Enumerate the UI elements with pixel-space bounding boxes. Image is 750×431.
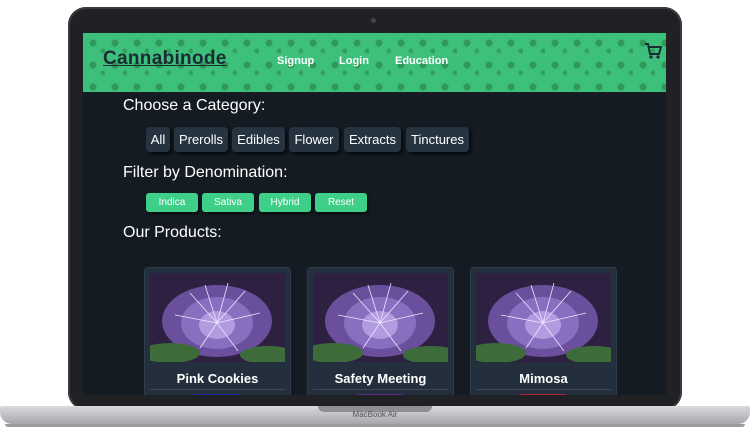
products-title: Our Products: <box>123 224 222 241</box>
category-title: Choose a Category: <box>123 97 266 114</box>
divider <box>150 389 285 390</box>
product-card[interactable]: Safety Meeting <box>307 267 454 395</box>
category-flower-button[interactable]: Flower <box>289 127 339 152</box>
nav-login[interactable]: Login <box>339 55 369 67</box>
filter-title: Filter by Denomination: <box>123 164 288 181</box>
category-extracts-button[interactable]: Extracts <box>344 127 401 152</box>
category-edibles-button[interactable]: Edibles <box>232 127 285 152</box>
nav-education[interactable]: Education <box>395 55 448 67</box>
filter-indica-button[interactable]: Indica <box>146 193 198 212</box>
filter-reset-button[interactable]: Reset <box>315 193 367 212</box>
category-prerolls-button[interactable]: Prerolls <box>174 127 228 152</box>
product-tag <box>193 394 241 395</box>
product-card[interactable]: Mimosa <box>470 267 617 395</box>
product-image <box>476 273 611 362</box>
product-name: Pink Cookies <box>176 371 259 386</box>
category-all-button[interactable]: All <box>146 127 170 152</box>
category-tinctures-button[interactable]: Tinctures <box>406 127 469 152</box>
product-card[interactable]: Pink Cookies <box>144 267 291 395</box>
site-header: Cannabinode Signup Login Education <box>83 33 666 92</box>
site-logo[interactable]: Cannabinode <box>103 48 227 70</box>
product-image <box>313 273 448 362</box>
cart-icon[interactable] <box>644 42 662 60</box>
nav-signup[interactable]: Signup <box>277 55 314 67</box>
product-tag <box>519 394 567 395</box>
divider <box>313 389 448 390</box>
product-tag <box>356 394 404 395</box>
laptop-foot <box>5 424 745 427</box>
device-label: MacBook Air <box>352 410 398 419</box>
product-name: Safety Meeting <box>334 371 427 386</box>
filter-sativa-button[interactable]: Sativa <box>202 193 254 212</box>
divider <box>476 389 611 390</box>
product-name: Mimosa <box>519 371 568 386</box>
filter-hybrid-button[interactable]: Hybrid <box>259 193 311 212</box>
browser-screen: Cannabinode Signup Login Education Choos… <box>83 33 666 395</box>
camera-icon <box>371 18 376 23</box>
product-image <box>150 273 285 362</box>
